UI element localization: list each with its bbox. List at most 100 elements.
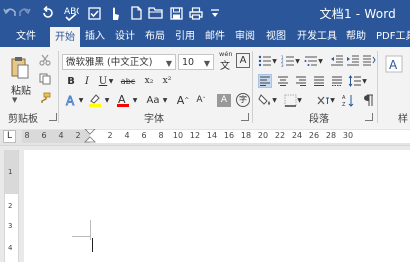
chevron-down-icon[interactable]: ▼ xyxy=(271,93,278,107)
group-separator xyxy=(377,51,378,123)
change-case-button[interactable]: Aa xyxy=(144,93,162,107)
phonetic-guide-button[interactable]: wén 文 xyxy=(219,50,233,74)
tab-references[interactable]: 引用 xyxy=(170,27,200,47)
font-size-combo[interactable]: 10 ▼ xyxy=(178,54,214,70)
sort-icon[interactable]: AZ xyxy=(342,93,356,107)
ruler-tick: 4 xyxy=(58,131,64,140)
paste-icon[interactable] xyxy=(10,55,30,81)
ruler-tick: 26 xyxy=(308,131,320,140)
chevron-down-icon[interactable]: ▼ xyxy=(329,93,336,107)
tab-view[interactable]: 视图 xyxy=(261,27,291,47)
show-formatting-icon[interactable] xyxy=(362,93,376,107)
tab-design[interactable]: 设计 xyxy=(110,27,140,47)
format-painter-icon[interactable] xyxy=(38,91,52,105)
chevron-down-icon[interactable]: ▼ xyxy=(131,93,139,107)
chevron-down-icon[interactable]: ▼ xyxy=(271,54,278,68)
increase-indent-icon[interactable] xyxy=(346,54,360,68)
subscript-button[interactable]: x₂ xyxy=(141,74,157,88)
chinese-layout-icon[interactable] xyxy=(362,54,376,68)
borders-icon[interactable] xyxy=(283,93,297,107)
align-center-icon[interactable] xyxy=(276,74,290,88)
copy-icon[interactable] xyxy=(38,72,52,86)
grow-font-button[interactable]: A ^ xyxy=(176,93,190,107)
phonetic-guide-char: 文 xyxy=(220,61,230,72)
paste-dropdown-icon[interactable]: ▼ xyxy=(12,96,17,104)
character-shading-button[interactable]: A xyxy=(217,94,231,107)
vertical-ruler[interactable]: 1 2 3 4 xyxy=(4,150,19,262)
distributed-icon[interactable] xyxy=(330,74,344,88)
styles-group-label: 样 xyxy=(398,114,408,125)
margin-corner-mark xyxy=(90,220,91,240)
font-color-icon[interactable]: A xyxy=(116,93,130,107)
styles-gallery-icon[interactable]: A xyxy=(384,54,404,74)
ruler-tick: 4 xyxy=(8,244,13,252)
ruler-tick: 28 xyxy=(325,131,337,140)
undo-icon[interactable] xyxy=(2,4,18,22)
font-launcher-icon[interactable] xyxy=(241,113,249,121)
spelling-icon[interactable]: ABC xyxy=(62,4,80,22)
strikethrough-button[interactable]: abc xyxy=(118,74,138,88)
tab-selector[interactable]: L xyxy=(3,130,16,143)
text-effects-icon[interactable]: A xyxy=(64,93,78,107)
ruler-tick: 14 xyxy=(206,131,218,140)
save-icon[interactable] xyxy=(168,4,184,22)
grow-font-label: A xyxy=(176,93,185,107)
highlight-icon[interactable] xyxy=(88,93,102,107)
text-cursor xyxy=(92,238,93,252)
indent-marker-icon[interactable] xyxy=(84,128,96,149)
horizontal-ruler[interactable]: 8 6 4 2 2 4 6 8 10 12 14 16 18 20 22 24 … xyxy=(22,128,410,143)
paste-label[interactable]: 粘贴 xyxy=(11,82,31,97)
align-right-icon[interactable] xyxy=(294,74,308,88)
tab-layout[interactable]: 布局 xyxy=(140,27,170,47)
document-page[interactable] xyxy=(24,150,410,262)
italic-button[interactable]: I xyxy=(80,74,94,88)
font-name-combo[interactable]: 微软雅黑 (中文正文) ▼ xyxy=(62,54,176,70)
tab-developer[interactable]: 开发工具 xyxy=(292,27,342,47)
print-icon[interactable] xyxy=(188,4,204,22)
cut-icon[interactable] xyxy=(38,53,52,67)
asian-layout-icon[interactable] xyxy=(316,93,330,107)
justify-icon[interactable] xyxy=(312,74,326,88)
bold-button[interactable]: B xyxy=(64,74,78,88)
decrease-indent-icon[interactable] xyxy=(330,54,344,68)
title-bar: ABC 文档1 - Word xyxy=(0,0,410,27)
tab-file[interactable]: 文件 xyxy=(11,27,41,47)
open-folder-icon[interactable] xyxy=(146,4,164,22)
chevron-down-icon[interactable]: ▼ xyxy=(296,93,303,107)
chevron-down-icon[interactable]: ▼ xyxy=(161,93,169,107)
chevron-down-icon[interactable]: ▼ xyxy=(361,74,368,88)
tab-mailings[interactable]: 邮件 xyxy=(200,27,230,47)
bullets-icon[interactable] xyxy=(258,54,272,68)
chevron-down-icon[interactable]: ▼ xyxy=(294,54,301,68)
numbering-icon[interactable]: 123 xyxy=(281,54,295,68)
font-size-value: 10 xyxy=(182,57,195,68)
repeat-icon[interactable] xyxy=(40,4,56,22)
superscript-button[interactable]: x² xyxy=(159,74,175,88)
tab-home[interactable]: 开始 xyxy=(50,27,80,48)
tab-help[interactable]: 帮助 xyxy=(341,27,371,47)
touch-mode-icon[interactable] xyxy=(107,4,123,22)
checkbox-icon[interactable] xyxy=(86,4,102,22)
paragraph-launcher-icon[interactable] xyxy=(365,113,373,121)
enclose-characters-button[interactable]: 字 xyxy=(236,93,250,107)
character-border-button[interactable]: A xyxy=(236,53,250,68)
chevron-down-icon[interactable]: ▼ xyxy=(317,54,324,68)
chevron-down-icon[interactable]: ▼ xyxy=(103,93,111,107)
tab-insert[interactable]: 插入 xyxy=(80,27,110,47)
align-left-icon[interactable] xyxy=(258,74,272,88)
ruler-tick: 2 xyxy=(107,131,113,140)
tab-review[interactable]: 审阅 xyxy=(230,27,260,47)
new-document-icon[interactable] xyxy=(128,4,144,22)
shrink-font-button[interactable]: Aˇ xyxy=(194,93,208,107)
customize-icon[interactable] xyxy=(208,4,222,22)
shading-icon[interactable] xyxy=(258,93,272,107)
ruler-tick: 3 xyxy=(8,222,13,230)
svg-text:A: A xyxy=(342,95,346,101)
chevron-down-icon[interactable]: ▼ xyxy=(107,74,115,88)
multilevel-list-icon[interactable] xyxy=(304,54,318,68)
clipboard-launcher-icon[interactable] xyxy=(49,113,57,121)
chevron-down-icon[interactable]: ▼ xyxy=(77,93,85,107)
redo-icon[interactable] xyxy=(18,4,32,22)
tab-pdf-tools[interactable]: PDF工具 xyxy=(371,27,410,47)
line-spacing-icon[interactable] xyxy=(348,74,362,88)
